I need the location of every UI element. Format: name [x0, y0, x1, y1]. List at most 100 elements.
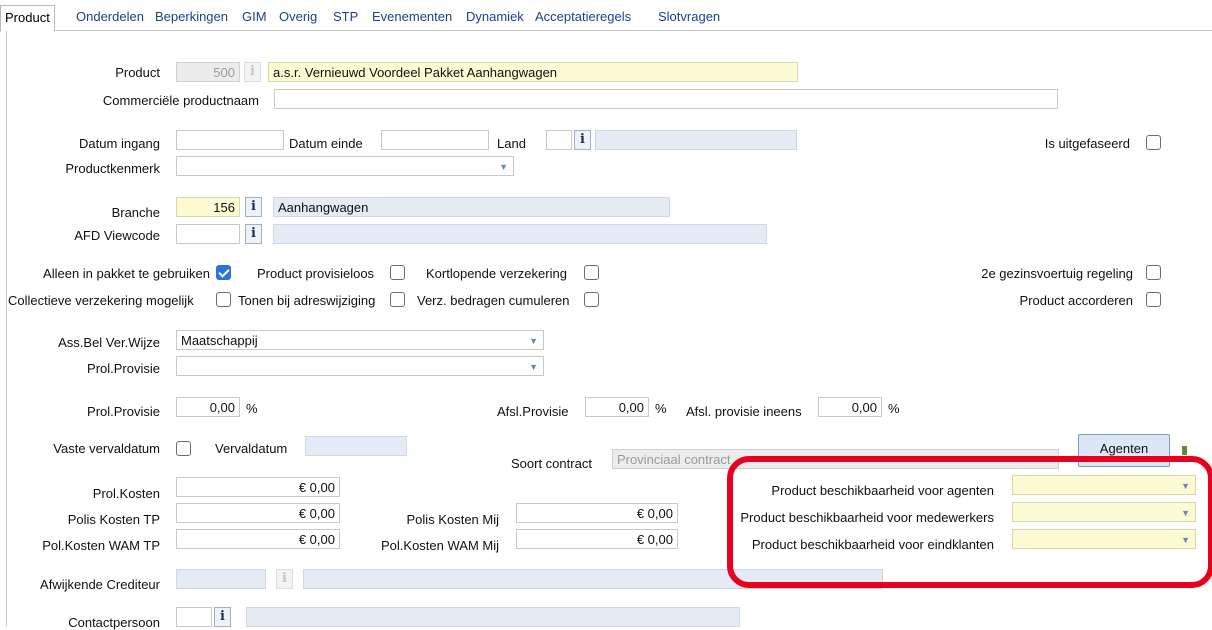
tonen-adreswijziging-label: Tonen bij adreswijziging: [238, 293, 376, 308]
pol-kosten-wam-tp-input[interactable]: € 0,00: [176, 529, 340, 549]
verz-bedragen-label: Verz. bedragen cumuleren: [417, 293, 570, 308]
polis-kosten-mij-label: Polis Kosten Mij: [406, 512, 499, 527]
productkenmerk-select[interactable]: ▼: [176, 156, 514, 176]
status-indicator-icon: [1182, 446, 1187, 455]
branche-label: Branche: [111, 205, 160, 220]
afd-viewcode-name-field: [273, 224, 767, 244]
product-info-icon: i: [244, 62, 261, 82]
product-label: Product: [115, 65, 160, 80]
polis-kosten-mij-input[interactable]: € 0,00: [516, 503, 678, 523]
agenten-button[interactable]: Agenten: [1078, 434, 1170, 467]
ass-bel-label: Ass.Bel Ver.Wijze: [58, 335, 160, 350]
product-provisieloos-label: Product provisieloos: [257, 266, 375, 281]
alleen-in-pakket-checkbox[interactable]: [216, 265, 231, 280]
afsl-provisie-pct-input[interactable]: 0,00: [585, 397, 649, 417]
vervaldatum-field: [305, 436, 407, 456]
tab-beperkingen[interactable]: Beperkingen: [155, 9, 228, 24]
prol-provisie-pct-input[interactable]: 0,00: [176, 397, 240, 417]
datum-ingang-input[interactable]: [176, 130, 284, 150]
polis-kosten-tp-label: Polis Kosten TP: [67, 512, 160, 527]
product-code-field: 500: [176, 62, 240, 82]
gezinsvoertuig-checkbox[interactable]: [1146, 265, 1161, 280]
chevron-down-icon: ▼: [1181, 508, 1190, 518]
tab-product[interactable]: Product: [0, 5, 55, 32]
chevron-down-icon: ▼: [529, 336, 538, 346]
kortlopende-verzekering-checkbox[interactable]: [584, 265, 599, 280]
beschikbaar-medewerkers-select[interactable]: ▼: [1012, 502, 1196, 522]
tab-evenementen[interactable]: Evenementen: [372, 9, 452, 24]
tab-gim[interactable]: GIM: [242, 9, 267, 24]
chevron-down-icon: ▼: [1181, 481, 1190, 491]
land-code-input[interactable]: [546, 130, 572, 150]
soort-contract-field: Provinciaal contract: [612, 449, 1059, 469]
soort-contract-label: Soort contract: [511, 456, 592, 471]
beschikbaar-agenten-label: Product beschikbaarheid voor agenten: [771, 483, 994, 498]
chevron-down-icon: ▼: [1181, 535, 1190, 545]
is-uitgefaseerd-checkbox[interactable]: [1146, 135, 1161, 150]
gezinsvoertuig-label: 2e gezinsvoertuig regeling: [981, 266, 1133, 281]
afwijkende-crediteur-info-icon: i: [276, 569, 293, 589]
tab-slotvragen[interactable]: Slotvragen: [658, 9, 720, 24]
tab-overig[interactable]: Overig: [279, 9, 317, 24]
afsl-provisie-label: Afsl.Provisie: [497, 404, 569, 419]
land-name-field: [595, 130, 797, 150]
is-uitgefaseerd-label: Is uitgefaseerd: [1044, 136, 1130, 151]
percent-sign: %: [655, 401, 667, 416]
tab-bar: Product Onderdelen Beperkingen GIM Overi…: [0, 0, 1212, 32]
ass-bel-value: Maatschappij: [181, 333, 258, 348]
product-name-field[interactable]: a.s.r. Vernieuwd Voordeel Pakket Aanhang…: [268, 62, 798, 82]
commerciele-productnaam-label: Commerciële productnaam: [102, 93, 259, 108]
branche-info-icon[interactable]: i: [245, 197, 262, 217]
ass-bel-select[interactable]: Maatschappij ▼: [176, 330, 544, 350]
tab-dynamiek[interactable]: Dynamiek: [466, 9, 524, 24]
beschikbaar-eindklanten-select[interactable]: ▼: [1012, 529, 1196, 549]
prol-kosten-label: Prol.Kosten: [92, 486, 160, 501]
branche-name-field: Aanhangwagen: [273, 197, 670, 217]
verz-bedragen-checkbox[interactable]: [584, 292, 599, 307]
contactpersoon-label: Contactpersoon: [68, 615, 160, 630]
percent-sign: %: [246, 401, 258, 416]
tab-onderdelen[interactable]: Onderdelen: [76, 9, 144, 24]
collectieve-checkbox[interactable]: [216, 292, 231, 307]
contactpersoon-name-field: [246, 607, 740, 627]
commerciele-productnaam-input[interactable]: [274, 89, 1058, 109]
product-accorderen-label: Product accorderen: [1019, 293, 1133, 308]
beschikbaar-eindklanten-label: Product beschikbaarheid voor eindklanten: [751, 537, 994, 552]
afd-viewcode-input[interactable]: [176, 224, 240, 244]
afd-viewcode-label: AFD Viewcode: [74, 228, 160, 243]
datum-einde-input[interactable]: [381, 130, 489, 150]
tab-acceptatieregels[interactable]: Acceptatieregels: [535, 9, 631, 24]
alleen-in-pakket-label: Alleen in pakket te gebruiken: [43, 266, 210, 281]
pol-kosten-wam-mij-label: Pol.Kosten WAM Mij: [381, 538, 499, 553]
afwijkende-crediteur-label: Afwijkende Crediteur: [40, 577, 160, 592]
product-provisieloos-checkbox[interactable]: [390, 265, 405, 280]
prol-provisie-pct-label: Prol.Provisie: [87, 404, 160, 419]
datum-einde-label: Datum einde: [289, 136, 363, 151]
tab-stp[interactable]: STP: [333, 9, 358, 24]
chevron-down-icon: ▼: [529, 362, 538, 372]
collectieve-label: Collectieve verzekering mogelijk: [8, 293, 194, 308]
prol-provisie-select-label: Prol.Provisie: [87, 361, 160, 376]
prol-kosten-input[interactable]: € 0,00: [176, 477, 340, 497]
vaste-vervaldatum-checkbox[interactable]: [176, 441, 191, 456]
polis-kosten-tp-input[interactable]: € 0,00: [176, 503, 340, 523]
vervaldatum-label: Vervaldatum: [215, 441, 288, 456]
afsl-provisie-ineens-label: Afsl. provisie ineens: [686, 404, 802, 419]
product-accorderen-checkbox[interactable]: [1146, 292, 1161, 307]
prol-provisie-select[interactable]: ▼: [176, 356, 544, 376]
land-label: Land: [497, 136, 526, 151]
vaste-vervaldatum-label: Vaste vervaldatum: [53, 441, 160, 456]
afd-viewcode-info-icon[interactable]: i: [245, 224, 262, 244]
chevron-down-icon: ▼: [499, 162, 508, 172]
afwijkende-crediteur-name-field: [303, 569, 883, 589]
branche-code-input[interactable]: 156: [176, 197, 240, 217]
contactpersoon-code-input[interactable]: [176, 607, 212, 627]
pol-kosten-wam-mij-input[interactable]: € 0,00: [516, 529, 678, 549]
pol-kosten-wam-tp-label: Pol.Kosten WAM TP: [42, 538, 160, 553]
productkenmerk-label: Productkenmerk: [65, 161, 160, 176]
beschikbaar-agenten-select[interactable]: ▼: [1012, 475, 1196, 495]
afsl-provisie-ineens-input[interactable]: 0,00: [818, 397, 882, 417]
land-info-icon[interactable]: i: [574, 130, 591, 150]
contactpersoon-info-icon[interactable]: i: [214, 607, 231, 627]
tonen-adreswijziging-checkbox[interactable]: [390, 292, 405, 307]
